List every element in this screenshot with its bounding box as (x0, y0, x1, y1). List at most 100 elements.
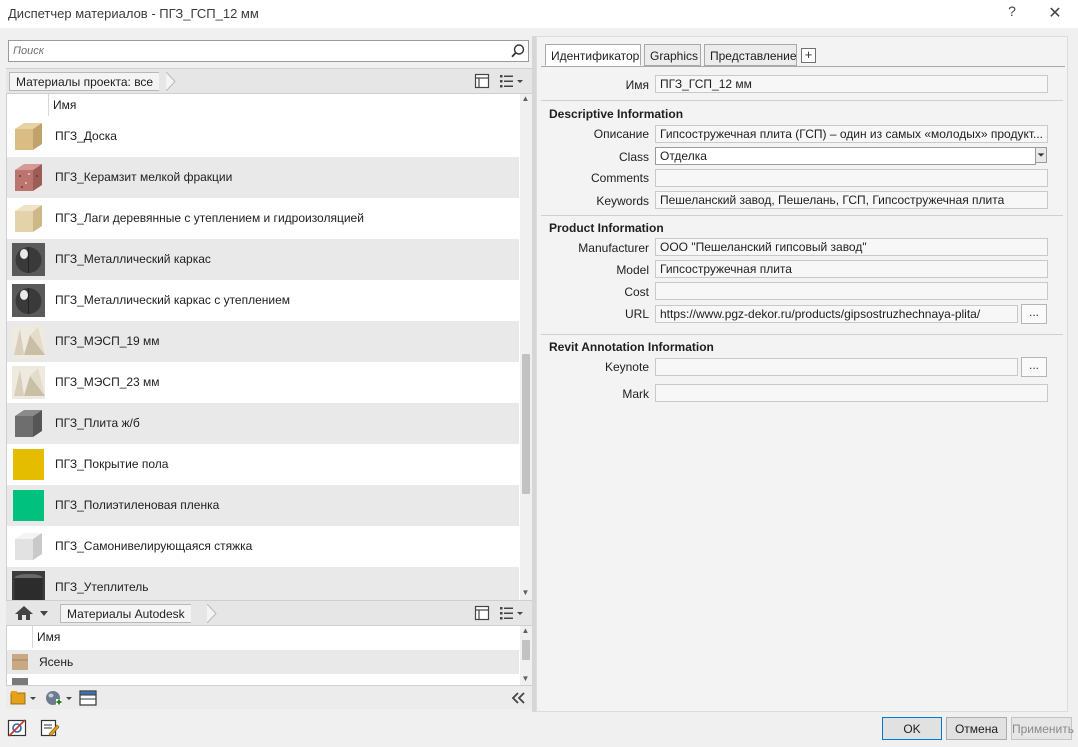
url-label: URL (624, 307, 649, 321)
apply-button[interactable]: Применить (1011, 717, 1074, 740)
library-menu-icon[interactable] (10, 689, 38, 707)
class-select[interactable]: Отделка (655, 147, 1036, 165)
view-options-icon[interactable] (499, 73, 525, 89)
ash-wood-swatch-icon (12, 654, 28, 670)
project-materials-crumb[interactable]: Материалы проекта: все (9, 72, 160, 91)
keynote-field[interactable] (655, 358, 1018, 376)
material-row[interactable]: ПГЗ_Лаги деревянные с утеплением и гидро… (7, 198, 519, 239)
yellow-swatch-icon (13, 449, 44, 480)
scroll-thumb[interactable] (522, 354, 530, 494)
metal-sphere-swatch-icon (12, 284, 45, 317)
library-column-name-header[interactable]: Имя (37, 630, 60, 644)
create-material-icon[interactable] (44, 689, 74, 707)
search-input[interactable] (13, 43, 503, 59)
list-header: Имя (7, 94, 519, 116)
hide-preview-icon[interactable] (7, 718, 27, 738)
name-field[interactable]: ПГЗ_ГСП_12 мм (655, 75, 1048, 93)
material-row[interactable]: ПГЗ_Полиэтиленовая пленка (7, 485, 519, 526)
library-crumb-arrow-icon (207, 604, 217, 623)
description-field[interactable]: Гипсостружечная плита (ГСП) – один из са… (655, 125, 1048, 143)
library-list-header: Имя (7, 626, 519, 648)
material-row[interactable]: ПГЗ_Керамзит мелкой фракции (7, 157, 519, 198)
material-browser: Материалы проекта: все Имя ПГЗ_Доска (6, 38, 532, 710)
dark-cylinder-swatch-icon (12, 571, 45, 600)
material-row[interactable]: ПГЗ_Металлический каркас (7, 239, 519, 280)
library-materials-list: Имя Ясень ▲ ▼ (6, 626, 532, 685)
help-icon[interactable]: ? (1004, 3, 1020, 23)
home-dropdown-icon[interactable] (38, 604, 52, 623)
section-divider (541, 334, 1063, 335)
keynote-browse-button[interactable]: ... (1021, 357, 1047, 377)
material-row[interactable]: ПГЗ_Металлический каркас с утеплением (7, 280, 519, 321)
material-editor: Идентификатор Graphics Представление + И… (536, 36, 1068, 712)
view-toggle-icon[interactable] (474, 73, 490, 89)
url-field[interactable]: https://www.pgz-dekor.ru/products/gipsos… (655, 305, 1018, 323)
project-materials-list: Имя ПГЗ_Доска ПГЗ_Керамзит мелкой фракци… (6, 94, 532, 600)
column-name-header[interactable]: Имя (53, 98, 76, 112)
section-divider (541, 215, 1063, 216)
material-row[interactable]: ПГЗ_Покрытие пола (7, 444, 519, 485)
name-label: Имя (625, 78, 649, 92)
model-label: Model (616, 263, 649, 277)
granite-swatch-icon (15, 164, 42, 191)
tab-identity[interactable]: Идентификатор (545, 44, 641, 66)
material-row[interactable]: ПГЗ_Доска (7, 116, 519, 157)
scroll-down-icon[interactable]: ▼ (520, 588, 531, 598)
library-scroll-down-icon[interactable]: ▼ (520, 674, 531, 684)
concrete-swatch-icon (15, 410, 42, 437)
home-icon[interactable] (14, 605, 34, 621)
material-row[interactable]: ПГЗ_Утеплитель (7, 567, 519, 600)
comments-label: Comments (590, 171, 649, 185)
library-scroll-thumb[interactable] (522, 640, 530, 660)
library-bar: Материалы Autodesk (6, 600, 532, 626)
title-bar: Диспетчер материалов - ПГЗ_ГСП_12 мм ? ✕ (0, 0, 1078, 28)
library-list-scrollbar[interactable]: ▲ ▼ (520, 626, 532, 685)
scroll-up-icon[interactable]: ▲ (520, 94, 531, 104)
mark-label: Mark (622, 387, 649, 401)
manufacturer-field[interactable]: ООО "Пешеланский гипсовый завод" (655, 238, 1048, 256)
material-row[interactable]: ПГЗ_Самонивелирующаяся стяжка (7, 526, 519, 567)
library-view-options-icon[interactable] (499, 605, 525, 621)
cancel-button[interactable]: Отмена (946, 717, 1007, 740)
search-icon[interactable] (510, 43, 526, 59)
partial-swatch-icon (12, 678, 28, 685)
class-label: Class (618, 150, 649, 164)
library-crumb[interactable]: Материалы Autodesk (60, 604, 191, 623)
cost-field[interactable] (655, 282, 1048, 300)
material-row[interactable]: ПГЗ_МЭСП_23 мм (7, 362, 519, 403)
project-list-scrollbar[interactable]: ▲ ▼ (520, 94, 532, 600)
edit-material-icon[interactable] (40, 718, 60, 738)
cost-label: Cost (624, 285, 649, 299)
library-row-partial[interactable] (7, 674, 519, 685)
library-column-divider (32, 626, 33, 648)
column-divider (48, 94, 49, 116)
wood-swatch-icon (15, 123, 42, 150)
library-row[interactable]: Ясень (7, 650, 519, 674)
collapse-library-icon[interactable] (508, 689, 528, 707)
green-swatch-icon (13, 490, 44, 521)
mark-field[interactable] (655, 384, 1048, 402)
metal-sphere-swatch-icon (12, 243, 45, 276)
tab-graphics[interactable]: Graphics (644, 44, 701, 66)
library-view-toggle-icon[interactable] (474, 605, 490, 621)
library-scroll-up-icon[interactable]: ▲ (520, 626, 531, 636)
ok-button[interactable]: OK (882, 717, 942, 740)
class-dropdown-icon[interactable] (1035, 147, 1047, 163)
light-wood-swatch-icon (15, 205, 42, 232)
material-row[interactable]: ПГЗ_МЭСП_19 мм (7, 321, 519, 362)
annotation-section-title: Revit Annotation Information (549, 340, 714, 354)
model-field[interactable]: Гипсостружечная плита (655, 260, 1048, 278)
material-row[interactable]: ПГЗ_Плита ж/б (7, 403, 519, 444)
keywords-field[interactable]: Пешеланский завод, Пешелань, ГСП, Гипсос… (655, 191, 1048, 209)
panel-swatch-icon (12, 325, 45, 358)
tab-appearance[interactable]: Представление (704, 44, 797, 66)
white-cube-swatch-icon (15, 533, 42, 560)
comments-field[interactable] (655, 169, 1048, 187)
section-divider (541, 100, 1063, 101)
library-toolbar (6, 685, 532, 709)
url-browse-button[interactable]: ... (1021, 304, 1047, 324)
panel-swatch-icon (12, 366, 45, 399)
close-icon[interactable]: ✕ (1046, 3, 1064, 23)
add-asset-button[interactable]: + (801, 48, 816, 63)
asset-browser-icon[interactable] (78, 689, 98, 707)
